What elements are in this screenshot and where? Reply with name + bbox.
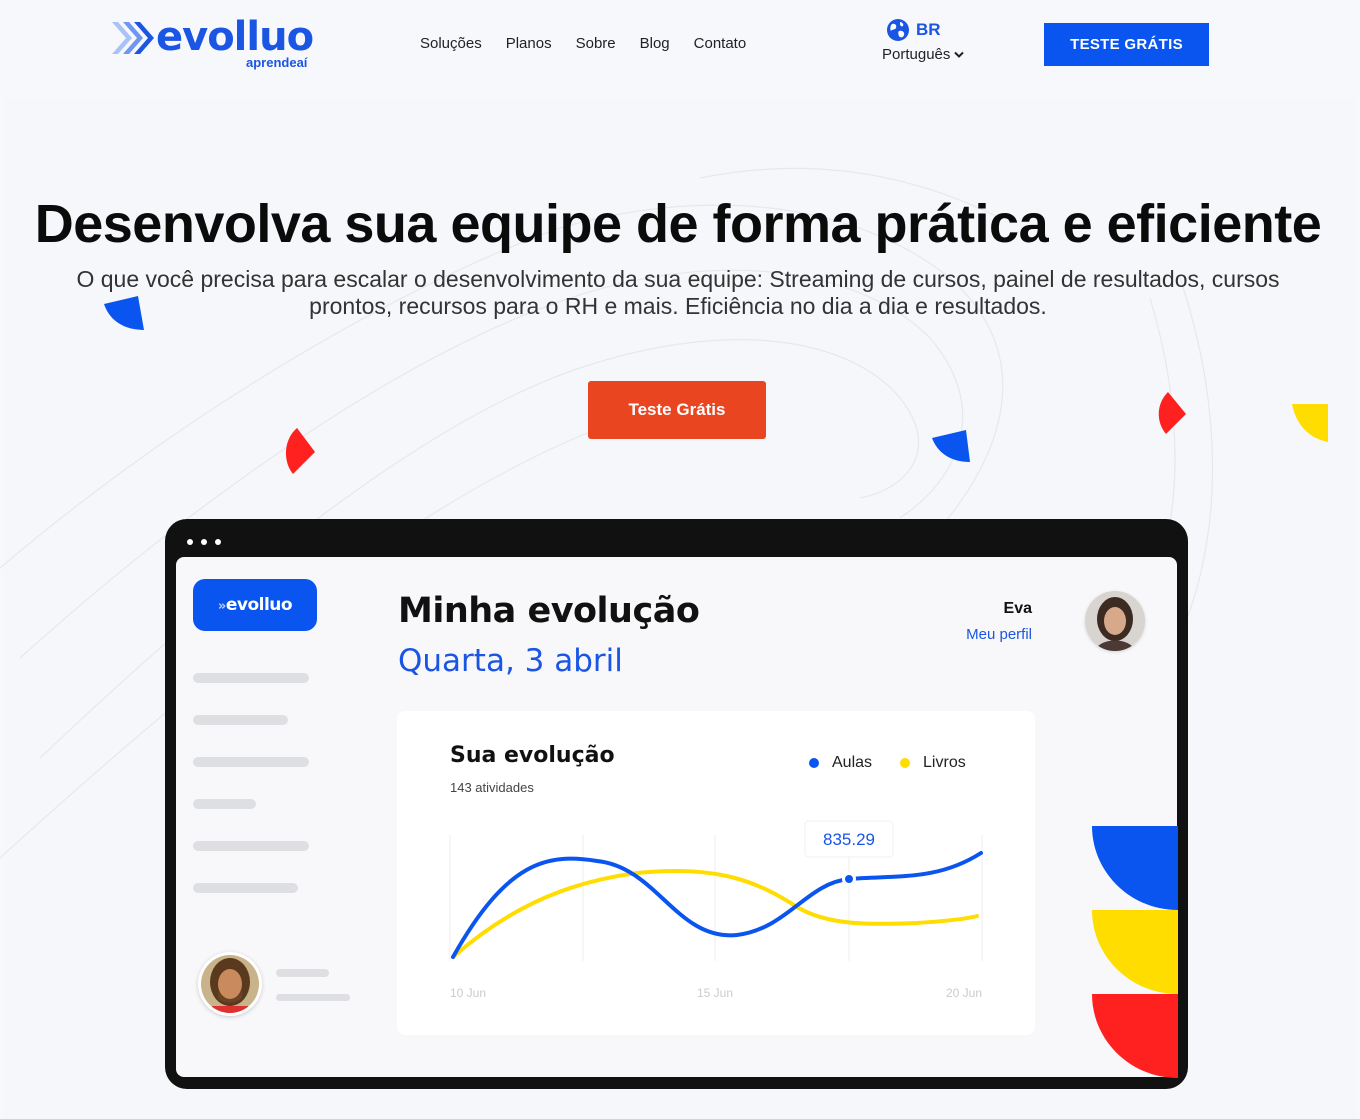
language-label: Português	[882, 46, 951, 63]
language-code: BR	[916, 20, 941, 39]
legend-dot-livros	[900, 758, 911, 768]
tooltip-value: 835.29	[823, 830, 875, 849]
card-title: Sua evolução	[450, 743, 615, 768]
page-title: Minha evolução	[398, 591, 700, 631]
legend-item-livros[interactable]: Livros	[900, 754, 966, 772]
profile-name: Eva	[1003, 600, 1032, 617]
page-date: Quarta, 3 abril	[398, 643, 623, 679]
user-avatar[interactable]	[198, 952, 262, 1016]
sidebar-placeholder	[193, 883, 298, 893]
blue-quarter-shape-2	[932, 430, 970, 462]
x-tick-label: 20 Jun	[946, 986, 982, 1000]
card-subtitle: 143 atividades	[450, 780, 534, 795]
app-logo-text: evolluo	[225, 595, 293, 615]
globe-icon	[887, 19, 909, 41]
stacked-semicircles-decoration	[1092, 826, 1178, 1078]
language-selector[interactable]: BR Português	[882, 18, 992, 63]
site-header: evolluo aprendeaí Soluções Planos Sobre …	[0, 0, 1344, 98]
sidebar-placeholder	[193, 799, 256, 809]
header-trial-button[interactable]: TESTE GRÁTIS	[1044, 23, 1209, 66]
profile-link[interactable]: Meu perfil	[916, 626, 1032, 643]
nav-link-planos[interactable]: Planos	[506, 35, 552, 52]
hero-trial-button[interactable]: Teste Grátis	[588, 381, 766, 439]
blue-quarter-shape	[104, 296, 144, 330]
avatar-portrait-icon	[1085, 591, 1145, 651]
chart-legend: Aulas Livros	[809, 754, 966, 772]
main-nav: Soluções Planos Sobre Blog Contato	[420, 35, 770, 52]
hero-title: Desenvolva sua equipe de forma prática e…	[34, 194, 1322, 254]
site-logo[interactable]: evolluo aprendeaí	[110, 14, 320, 74]
yellow-quarter-shape	[1292, 404, 1328, 442]
hero-subtitle: O que você precisa para escalar o desenv…	[76, 266, 1280, 319]
red-quarter-shape-2	[1158, 392, 1186, 434]
x-tick-label: 10 Jun	[450, 986, 486, 1000]
nav-link-sobre[interactable]: Sobre	[576, 35, 616, 52]
chevron-down-icon	[954, 51, 965, 58]
red-quarter-shape	[285, 428, 315, 474]
profile-avatar[interactable]	[1085, 591, 1145, 651]
legend-dot-aulas	[809, 758, 819, 768]
logo-tagline: aprendeaí	[246, 55, 308, 70]
app-logo-button[interactable]: »evolluo	[193, 579, 317, 631]
logo-chevrons-icon	[112, 22, 154, 54]
sidebar-placeholder	[193, 841, 309, 851]
highlight-point	[845, 875, 853, 883]
evolution-card: 835.29 10 Jun 15 Jun 20 Jun Sua evolução 14…	[397, 711, 1035, 1035]
nav-link-contato[interactable]: Contato	[694, 35, 747, 52]
legend-item-aulas[interactable]: Aulas	[809, 754, 872, 772]
app-logo-chevrons-icon: »	[217, 599, 226, 614]
sidebar-placeholder	[193, 673, 309, 683]
legend-label-livros: Livros	[923, 754, 966, 771]
sidebar-placeholder	[193, 757, 309, 767]
user-role-placeholder	[276, 994, 350, 1001]
user-name-placeholder	[276, 969, 329, 977]
x-tick-label: 15 Jun	[697, 986, 733, 1000]
language-region: BR	[882, 18, 992, 42]
mockup-screen: »evolluo Minha evolução Quarta, 3 abril …	[176, 557, 1177, 1077]
nav-link-blog[interactable]: Blog	[640, 35, 670, 52]
dashboard-mockup: »evolluo Minha evolução Quarta, 3 abril …	[165, 519, 1188, 1089]
avatar-portrait-icon	[201, 955, 259, 1013]
language-dropdown[interactable]: Português	[882, 46, 992, 63]
sidebar-placeholder	[193, 715, 288, 725]
legend-label-aulas: Aulas	[832, 754, 873, 771]
logo-wordmark: evolluo	[156, 14, 314, 60]
window-dots	[187, 539, 221, 545]
nav-link-solucoes[interactable]: Soluções	[420, 35, 482, 52]
